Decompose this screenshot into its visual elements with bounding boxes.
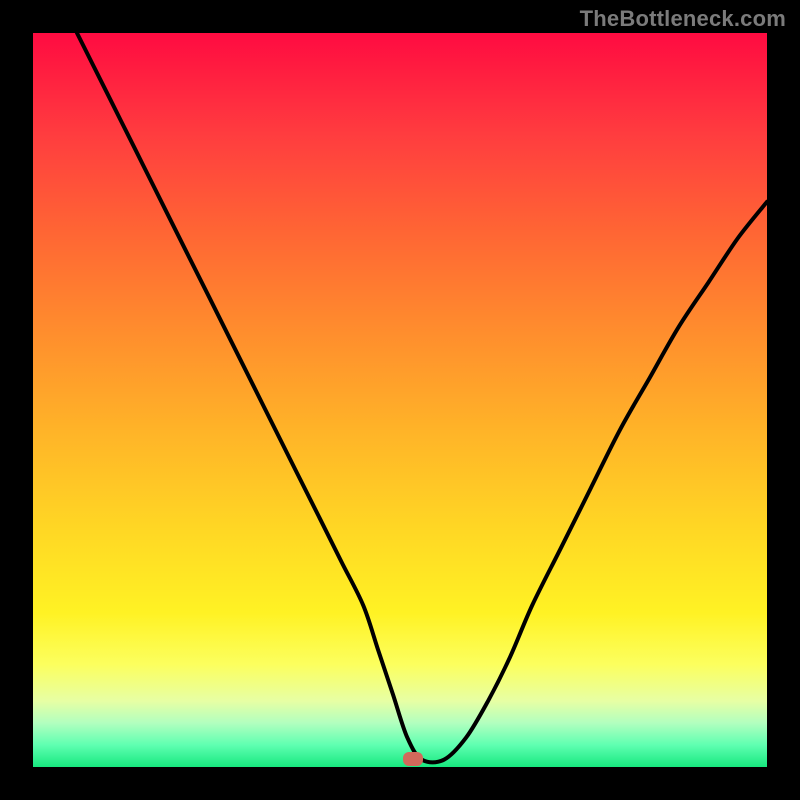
curve-path <box>77 33 767 762</box>
watermark-text: TheBottleneck.com <box>580 6 786 32</box>
plot-area <box>33 33 767 767</box>
bottleneck-curve <box>33 33 767 767</box>
chart-frame: TheBottleneck.com <box>0 0 800 800</box>
minimum-marker <box>403 752 423 766</box>
